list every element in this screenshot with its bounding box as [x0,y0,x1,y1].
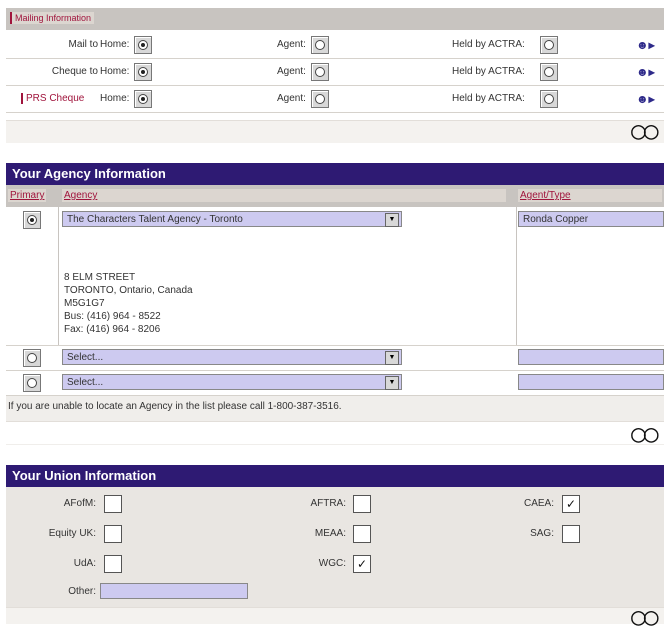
cheque-to-held-radio[interactable] [540,63,558,81]
double-chevron-icon[interactable]: ◯◯ [631,609,659,626]
wgc-checkbox[interactable]: ✓ [353,555,371,573]
cheque-to-agent-radio[interactable] [311,63,329,81]
address-phone: Bus: (416) 964 - 8522 [64,311,161,322]
afofm-checkbox[interactable] [104,495,122,513]
primary-radio-1[interactable] [23,211,41,229]
agency-select-2-value: Select... [67,352,104,363]
prs-cheque-agent-radio[interactable] [311,90,329,108]
address-fax: Fax: (416) 964 - 8206 [64,324,161,335]
agency-address: 8 ELM STREET TORONTO, Ontario, Canada M5… [64,271,193,336]
mailing-footer: ◯◯ [6,120,664,143]
home-label: Home: [100,93,130,104]
cheque-to-row: Cheque to Home: Agent: Held by ACTRA: ☻▸ [6,59,664,86]
agency-select-1-value: The Characters Talent Agency - Toronto [67,214,243,225]
other-label: Other: [68,586,96,597]
agent-type-column [516,207,517,345]
aftra-label: AFTRA: [310,498,346,509]
agency-select-3[interactable]: Select... ▼ [62,374,402,390]
agency-body: The Characters Talent Agency - Toronto ▼… [6,207,664,346]
agent-type-field-3[interactable] [518,374,664,390]
uda-label: UdA: [73,558,96,569]
wgc-label: WGC: [318,558,346,569]
uda-checkbox[interactable] [104,555,122,573]
home-label: Home: [100,66,130,77]
agency-note: If you are unable to locate an Agency in… [8,401,342,412]
agency-panel: Your Agency Information Primary Agency A… [6,163,664,445]
union-title: Your Union Information [6,465,664,487]
mail-to-held-radio[interactable] [540,36,558,54]
meaa-checkbox[interactable] [353,525,371,543]
agency-col-header-bar: Primary Agency Agent/Type [6,185,664,207]
equity-uk-checkbox[interactable] [104,525,122,543]
afofm-label: AFofM: [63,498,96,509]
held-label: Held by ACTRA: [452,39,525,50]
agent-label: Agent: [277,66,306,77]
chevron-down-icon[interactable]: ▼ [385,376,399,390]
address-line-1: 8 ELM STREET [64,272,136,283]
agent-label: Agent: [277,93,306,104]
address-line-3: M5G1G7 [64,298,105,309]
cheque-to-home-radio[interactable] [134,63,152,81]
people-arrow-icon[interactable]: ☻▸ [636,38,655,52]
equity-uk-label: Equity UK: [48,528,96,539]
mail-to-label: Mail to [68,39,98,50]
meaa-label: MEAA: [314,528,346,539]
mailing-header[interactable]: Mailing Information [10,12,95,24]
union-panel: Your Union Information AFofM: AFTRA: CAE… [6,465,664,626]
caea-label: CAEA: [523,498,554,509]
chevron-down-icon[interactable]: ▼ [385,351,399,365]
cheque-to-label: Cheque to [51,66,98,77]
mail-to-home-radio[interactable] [134,36,152,54]
other-field[interactable] [100,583,248,599]
agent-label: Agent: [277,39,306,50]
mail-to-row: Mail to Home: Agent: Held by ACTRA: ☻▸ [6,32,664,59]
caea-checkbox[interactable]: ✓ [562,495,580,513]
mail-to-agent-radio[interactable] [311,36,329,54]
held-label: Held by ACTRA: [452,93,525,104]
chevron-down-icon[interactable]: ▼ [385,213,399,227]
prs-cheque-row: PRS Cheque Home: Agent: Held by ACTRA: ☻… [6,86,664,113]
sag-checkbox[interactable] [562,525,580,543]
agent-type-field-2[interactable] [518,349,664,365]
mailing-panel: Mailing Information Mail to Home: Agent:… [6,8,664,143]
sag-label: SAG: [530,528,554,539]
people-arrow-icon[interactable]: ☻▸ [636,92,655,106]
primary-radio-2[interactable] [23,349,41,367]
aftra-checkbox[interactable] [353,495,371,513]
agency-left-divider [58,207,59,345]
agency-row-2: Select... ▼ [6,346,664,371]
agency-select-2[interactable]: Select... ▼ [62,349,402,365]
agency-title: Your Agency Information [6,163,664,185]
mailing-header-bar: Mailing Information [6,8,664,30]
double-chevron-icon[interactable]: ◯◯ [631,426,659,443]
agency-select-1[interactable]: The Characters Talent Agency - Toronto ▼ [62,211,402,227]
prs-cheque-home-radio[interactable] [134,90,152,108]
agency-row-3: Select... ▼ [6,371,664,396]
prs-cheque-held-radio[interactable] [540,90,558,108]
primary-radio-3[interactable] [23,374,41,392]
agent-name: Ronda Copper [523,214,589,225]
people-arrow-icon[interactable]: ☻▸ [636,65,655,79]
address-line-2: TORONTO, Ontario, Canada [64,285,193,296]
double-chevron-icon[interactable]: ◯◯ [631,123,659,140]
agent-type-field-1[interactable]: Ronda Copper [518,211,664,227]
col-primary: Primary [8,189,47,202]
agency-select-3-value: Select... [67,377,104,388]
union-footer: ◯◯ [6,607,664,626]
held-label: Held by ACTRA: [452,66,525,77]
agency-footer: ◯◯ [6,421,664,444]
col-agency: Agency [62,189,506,202]
col-agent-type: Agent/Type [518,189,662,202]
home-label: Home: [100,39,130,50]
prs-cheque-label[interactable]: PRS Cheque [21,93,84,104]
